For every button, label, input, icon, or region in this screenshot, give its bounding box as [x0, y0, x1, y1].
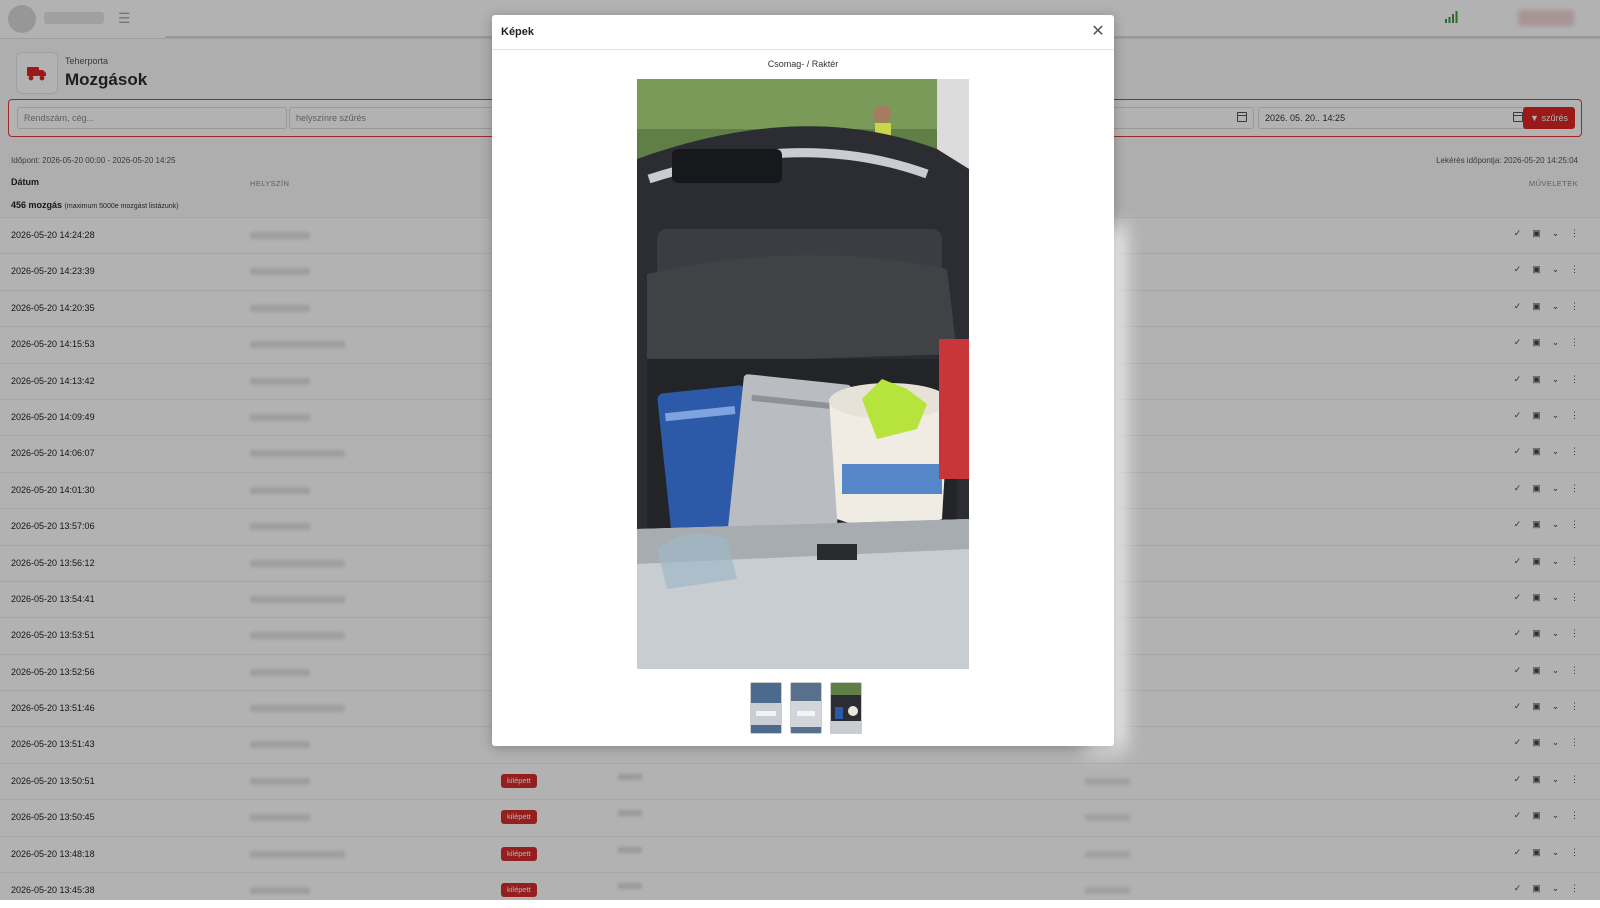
thumbnail-1[interactable]	[750, 682, 782, 734]
cargo-photo	[637, 79, 969, 669]
thumbnail-strip	[750, 682, 862, 734]
thumbnail-3[interactable]	[830, 682, 862, 734]
close-icon[interactable]: ✕	[1088, 22, 1108, 42]
modal-title: Képek	[501, 26, 535, 38]
thumbnail-2[interactable]	[790, 682, 822, 734]
images-modal: Képek ✕ Csomag- / Raktér	[492, 15, 1114, 746]
modal-header: Képek ✕	[492, 15, 1114, 50]
photo-category-label: Csomag- / Raktér	[767, 59, 839, 69]
